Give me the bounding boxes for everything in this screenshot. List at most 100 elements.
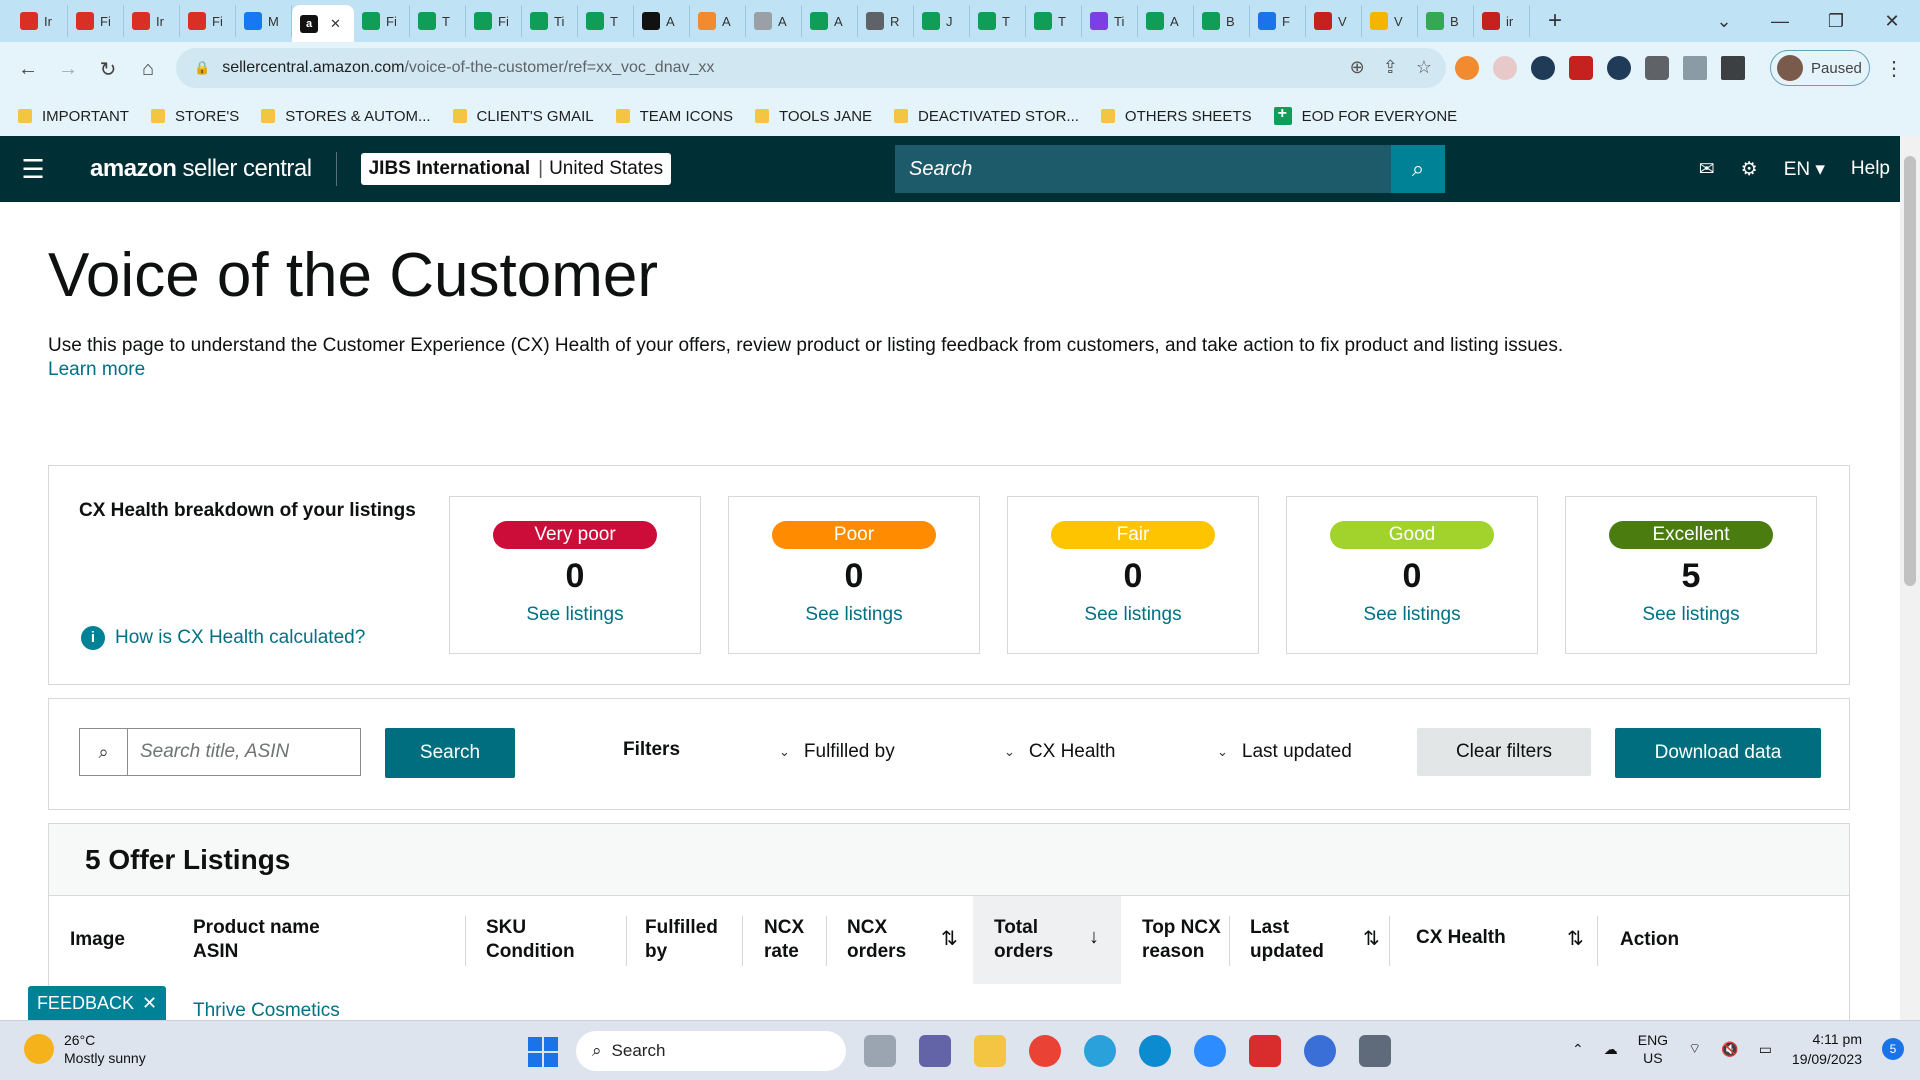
seller-central-logo[interactable]: amazon seller central xyxy=(90,155,312,183)
browser-tab[interactable]: Ti xyxy=(1082,5,1138,37)
browser-tab[interactable]: Fi xyxy=(68,5,124,37)
listing-search-input[interactable]: Search title, ASIN xyxy=(128,729,360,775)
sort-icon[interactable]: ⇅ xyxy=(941,926,958,951)
close-window-button[interactable]: ✕ xyxy=(1864,11,1920,32)
bookmark-item[interactable]: OTHERS SHEETS xyxy=(1100,108,1252,125)
sort-descending-icon[interactable]: ↓ xyxy=(1089,926,1099,949)
browser-tab[interactable]: T xyxy=(970,5,1026,37)
side-panel-icon[interactable] xyxy=(1721,56,1745,80)
sort-icon[interactable]: ⇅ xyxy=(1363,926,1380,951)
tab-search-icon[interactable]: ⌄ xyxy=(1696,11,1752,32)
col-cx-health[interactable]: CX Health xyxy=(1416,926,1506,950)
last-updated-dropdown[interactable]: ⌄ Last updated xyxy=(1217,741,1352,763)
cx-health-help-link[interactable]: i How is CX Health calculated? xyxy=(81,626,365,650)
scrollbar-thumb[interactable] xyxy=(1904,156,1916,586)
col-last-updated[interactable]: Last updated xyxy=(1250,916,1324,964)
account-switcher[interactable]: JIBS International | United States xyxy=(360,153,672,185)
new-tab-button[interactable]: + xyxy=(1540,7,1570,35)
chevron-up-icon[interactable]: ⌃ xyxy=(1572,1041,1584,1058)
browser-tab[interactable]: T xyxy=(578,5,634,37)
bookmark-item[interactable]: CLIENT'S GMAIL xyxy=(452,108,594,125)
zoom-icon[interactable]: ⊕ xyxy=(1350,57,1365,78)
back-icon[interactable]: ← xyxy=(8,58,48,81)
reading-list-icon[interactable] xyxy=(1683,56,1707,80)
browser-tab[interactable]: A xyxy=(690,5,746,37)
product-name-link[interactable]: Thrive Cosmetics xyxy=(193,1000,340,1022)
edge-icon[interactable] xyxy=(1139,1035,1171,1067)
bookmark-item[interactable]: STORE'S xyxy=(150,108,239,125)
browser-tab[interactable]: Ir xyxy=(124,5,180,37)
fulfilled-by-dropdown[interactable]: ⌄ Fulfilled by xyxy=(779,741,895,763)
language-indicator[interactable]: ENG US xyxy=(1638,1031,1668,1067)
feedback-button[interactable]: FEEDBACK ✕ xyxy=(28,986,166,1020)
bookmark-star-icon[interactable]: ☆ xyxy=(1416,57,1432,78)
forward-icon[interactable]: → xyxy=(48,58,88,81)
teams-icon[interactable] xyxy=(919,1035,951,1067)
col-total-orders[interactable]: Total orders xyxy=(994,916,1053,964)
see-listings-link[interactable]: See listings xyxy=(1287,604,1537,626)
browser-tab[interactable]: Ti xyxy=(522,5,578,37)
extension-icon[interactable] xyxy=(1569,56,1593,80)
url-bar[interactable]: 🔒 sellercentral.amazon.com/voice-of-the-… xyxy=(176,48,1446,88)
gear-icon[interactable]: ⚙ xyxy=(1741,158,1758,181)
hamburger-menu-icon[interactable]: ☰ xyxy=(0,154,66,185)
bookmark-item[interactable]: EOD FOR EVERYONE xyxy=(1273,105,1457,125)
sort-icon[interactable]: ⇅ xyxy=(1567,926,1584,951)
wps-icon[interactable] xyxy=(1249,1035,1281,1067)
bookmark-item[interactable]: TEAM ICONS xyxy=(615,108,733,125)
browser-tab[interactable]: A xyxy=(802,5,858,37)
close-icon[interactable]: ✕ xyxy=(142,993,157,1014)
browser-tab[interactable]: Fi xyxy=(466,5,522,37)
close-tab-icon[interactable]: ✕ xyxy=(330,16,341,32)
page-scrollbar[interactable] xyxy=(1900,136,1920,1020)
telegram-icon[interactable] xyxy=(1084,1035,1116,1067)
browser-tab[interactable]: V xyxy=(1362,5,1418,37)
taskbar-search[interactable]: ⌕ Search xyxy=(576,1031,846,1071)
help-link[interactable]: Help xyxy=(1851,158,1890,180)
see-listings-link[interactable]: See listings xyxy=(1566,604,1816,626)
browser-tab[interactable]: V xyxy=(1306,5,1362,37)
home-icon[interactable]: ⌂ xyxy=(128,58,168,81)
browser-tab[interactable]: T xyxy=(1026,5,1082,37)
see-listings-link[interactable]: See listings xyxy=(729,604,979,626)
mail-icon[interactable]: ✉ xyxy=(1699,158,1715,181)
extension-icon[interactable] xyxy=(1493,56,1517,80)
browser-tab[interactable]: B xyxy=(1194,5,1250,37)
listing-search-box[interactable]: ⌕ Search title, ASIN xyxy=(79,728,361,776)
browser-tab[interactable]: A xyxy=(746,5,802,37)
browser-menu-icon[interactable]: ⋮ xyxy=(1884,56,1904,81)
bookmark-item[interactable]: STORES & AUTOM... xyxy=(261,108,431,125)
col-ncx-orders[interactable]: NCX orders xyxy=(847,916,906,964)
browser-tab[interactable]: Ir xyxy=(12,5,68,37)
learn-more-link[interactable]: Learn more xyxy=(48,359,145,381)
lock-icon[interactable]: 🔒 xyxy=(194,60,210,76)
extension-icon[interactable] xyxy=(1531,56,1555,80)
clear-filters-button[interactable]: Clear filters xyxy=(1417,728,1591,776)
see-listings-link[interactable]: See listings xyxy=(450,604,700,626)
calculator-icon[interactable] xyxy=(1359,1035,1391,1067)
language-selector[interactable]: EN ▾ xyxy=(1784,158,1825,181)
header-search-button[interactable]: ⌕ xyxy=(1391,145,1445,193)
browser-tab[interactable]: ir xyxy=(1474,5,1530,37)
extension-icon[interactable] xyxy=(1455,56,1479,80)
extension-icon[interactable] xyxy=(1607,56,1631,80)
reload-icon[interactable]: ↻ xyxy=(88,57,128,82)
notification-badge[interactable]: 5 xyxy=(1882,1038,1904,1060)
wifi-icon[interactable]: ⌔ xyxy=(1688,1040,1701,1058)
browser-tab[interactable]: J xyxy=(914,5,970,37)
bookmark-item[interactable]: IMPORTANT xyxy=(18,108,129,125)
browser-tab[interactable]: R xyxy=(858,5,914,37)
windows-start-icon[interactable] xyxy=(528,1037,558,1067)
browser-tab[interactable]: Fi xyxy=(354,5,410,37)
file-explorer-icon[interactable] xyxy=(974,1035,1006,1067)
zoom-icon[interactable] xyxy=(1194,1035,1226,1067)
restore-button[interactable]: ❐ xyxy=(1808,11,1864,32)
profile-button[interactable]: Paused xyxy=(1770,50,1870,86)
browser-tab[interactable]: Fi xyxy=(180,5,236,37)
bookmark-item[interactable]: TOOLS JANE xyxy=(754,108,872,125)
browser-tab[interactable]: T xyxy=(410,5,466,37)
share-icon[interactable]: ⇪ xyxy=(1383,57,1398,78)
clock[interactable]: 4:11 pm 19/09/2023 xyxy=(1792,1029,1862,1069)
browser-tab[interactable]: A xyxy=(634,5,690,37)
vpn-icon[interactable] xyxy=(1304,1035,1336,1067)
